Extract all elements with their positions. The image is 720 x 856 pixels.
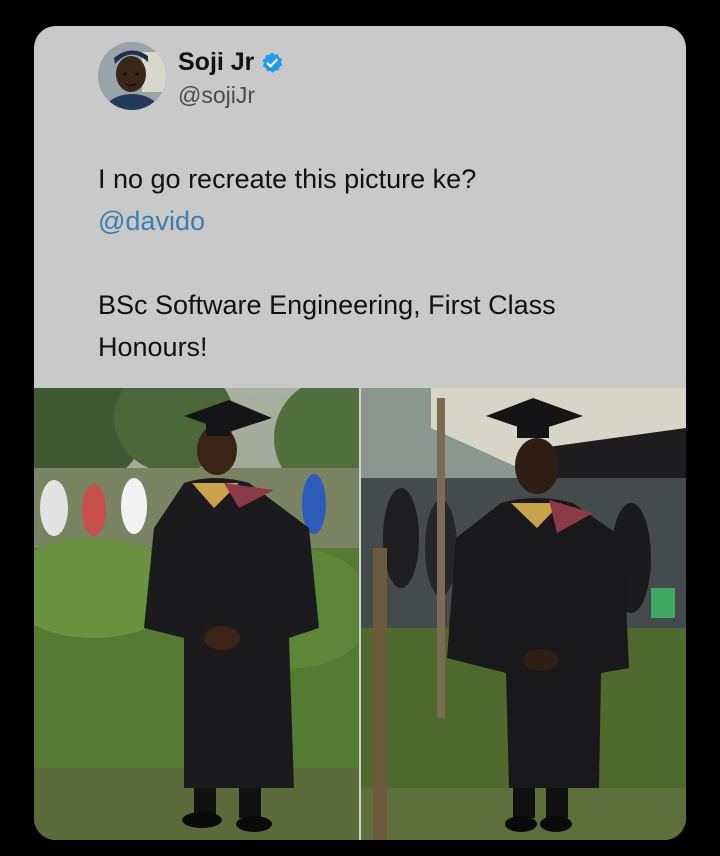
tweet-text-line: Honours!	[98, 332, 208, 362]
verified-badge-icon	[260, 51, 284, 75]
graduation-photo-right[interactable]	[361, 388, 686, 840]
tweet-text-line: BSc Software Engineering, First Class	[98, 290, 556, 320]
screenshot-frame: Soji Jr @sojiJr I no go recreate this pi…	[0, 0, 720, 856]
tweet-text-line: I no go recreate this picture ke?	[98, 164, 477, 194]
tweet-media	[34, 388, 686, 840]
graduation-photo-left[interactable]	[34, 388, 359, 840]
avatar[interactable]	[98, 42, 166, 110]
mention-link[interactable]: @davido	[98, 200, 668, 242]
tweet-text: I no go recreate this picture ke? @david…	[98, 158, 668, 368]
user-handle[interactable]: @sojiJr	[178, 82, 255, 109]
tweet-card[interactable]: Soji Jr @sojiJr I no go recreate this pi…	[34, 26, 686, 840]
display-name[interactable]: Soji Jr	[178, 48, 254, 77]
avatar-image	[98, 42, 166, 110]
name-row: Soji Jr	[178, 48, 284, 77]
